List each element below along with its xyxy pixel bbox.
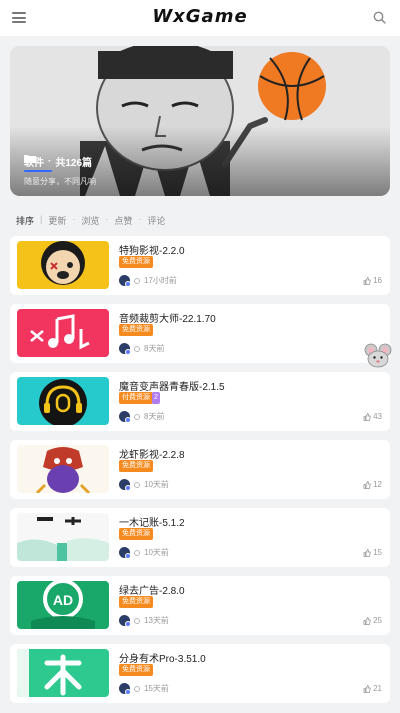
clock-icon xyxy=(134,481,140,488)
app-thumbnail[interactable] xyxy=(17,445,109,493)
price-badge: 2 xyxy=(152,392,160,404)
clock-icon xyxy=(134,617,140,624)
post-time: 10天前 xyxy=(144,548,169,557)
site-logo[interactable]: WxGame xyxy=(0,6,400,27)
resource-tag: 免费资源 xyxy=(119,324,153,336)
resource-tag: 免费资源 xyxy=(119,256,153,268)
list-item[interactable]: 音频裁剪大师-22.1.70 免费资源 8天前 xyxy=(10,304,390,363)
avatar[interactable] xyxy=(119,615,131,627)
like-count[interactable]: 21 xyxy=(363,684,382,693)
avatar[interactable] xyxy=(119,547,131,559)
sort-option-comments[interactable]: 评论 xyxy=(147,214,165,227)
sort-option-views[interactable]: 浏览 xyxy=(81,214,99,227)
thumbs-up-icon xyxy=(363,276,371,285)
banner-subtitle: 随意分享，不同凡响 xyxy=(24,177,96,186)
post-time: 17小时前 xyxy=(144,276,177,285)
list-item[interactable]: 特狗影视-2.2.0 免费资源 17小时前 16 xyxy=(10,236,390,295)
app-thumbnail[interactable] xyxy=(17,241,109,289)
avatar[interactable] xyxy=(119,275,131,287)
list-item[interactable]: 一木记账-5.1.2 免费资源 10天前 15 xyxy=(10,508,390,567)
like-count[interactable]: 15 xyxy=(363,548,382,557)
item-title[interactable]: 分身有术Pro-3.51.0 xyxy=(119,650,206,665)
resource-tag: 免费资源 xyxy=(119,528,153,540)
avatar[interactable] xyxy=(119,343,131,355)
sort-option-likes[interactable]: 点赞 xyxy=(114,214,132,227)
sort-option-update[interactable]: 更新 xyxy=(48,214,66,227)
like-count[interactable]: 43 xyxy=(363,412,382,421)
post-time: 8天前 xyxy=(144,412,165,421)
svg-text:AD: AD xyxy=(53,592,73,608)
resource-tag: 免费资源 xyxy=(119,664,153,676)
sort-bar: 排序 | 更新 · 浏览 · 点赞 · 评论 xyxy=(16,214,166,227)
item-title[interactable]: 特狗影视-2.2.0 xyxy=(119,242,185,257)
app-thumbnail[interactable] xyxy=(17,513,109,561)
list-item[interactable]: 龙虾影视-2.2.8 免费资源 10天前 12 xyxy=(10,440,390,499)
sort-label: 排序 xyxy=(16,216,35,226)
thumbs-up-icon xyxy=(363,412,371,421)
post-time: 10天前 xyxy=(144,480,169,489)
mouse-mascot-icon[interactable] xyxy=(364,342,392,368)
item-title[interactable]: 音频裁剪大师-22.1.70 xyxy=(119,310,216,325)
like-count[interactable]: 12 xyxy=(363,480,382,489)
resource-tag: 付费资源 xyxy=(119,392,153,404)
app-thumbnail[interactable] xyxy=(17,309,109,357)
list-item[interactable]: 魔音变声器青春版-2.1.5 付费资源 2 8天前 43 xyxy=(10,372,390,431)
clock-icon xyxy=(134,277,140,284)
avatar[interactable] xyxy=(119,411,131,423)
item-title[interactable]: 绿去广告-2.8.0 xyxy=(119,582,185,597)
post-count: 共126篇 xyxy=(55,158,93,169)
folder-icon xyxy=(24,155,36,163)
avatar[interactable] xyxy=(119,479,131,491)
clock-icon xyxy=(134,685,140,692)
avatar[interactable] xyxy=(119,683,131,695)
category-banner[interactable]: 软件 · 共126篇 随意分享，不同凡响 xyxy=(10,46,390,196)
item-title[interactable]: 魔音变声器青春版-2.1.5 xyxy=(119,378,225,393)
thumbs-up-icon xyxy=(363,684,371,693)
app-thumbnail[interactable]: AD xyxy=(17,581,109,629)
list-item[interactable]: 分身有术Pro-3.51.0 免费资源 15天前 21 xyxy=(10,644,390,703)
item-title[interactable]: 一木记账-5.1.2 xyxy=(119,514,185,529)
like-count[interactable]: 25 xyxy=(363,616,382,625)
thumbs-up-icon xyxy=(363,480,371,489)
resource-tag: 免费资源 xyxy=(119,596,153,608)
app-thumbnail[interactable] xyxy=(17,377,109,425)
item-title[interactable]: 龙虾影视-2.2.8 xyxy=(119,446,185,461)
resource-tag: 免费资源 xyxy=(119,460,153,472)
post-time: 8天前 xyxy=(144,344,165,353)
app-thumbnail[interactable] xyxy=(17,649,109,697)
post-time: 15天前 xyxy=(144,684,169,693)
clock-icon xyxy=(134,345,140,352)
top-bar: WxGame xyxy=(0,0,400,36)
clock-icon xyxy=(134,549,140,556)
banner-title: 软件 · 共126篇 xyxy=(24,154,93,172)
thumbs-up-icon xyxy=(363,548,371,557)
like-count[interactable]: 16 xyxy=(363,276,382,285)
clock-icon xyxy=(134,413,140,420)
search-icon[interactable] xyxy=(373,11,386,24)
banner-underline xyxy=(24,170,52,172)
list-item[interactable]: AD 绿去广告-2.8.0 免费资源 13天前 25 xyxy=(10,576,390,635)
thumbs-up-icon xyxy=(363,616,371,625)
post-time: 13天前 xyxy=(144,616,169,625)
